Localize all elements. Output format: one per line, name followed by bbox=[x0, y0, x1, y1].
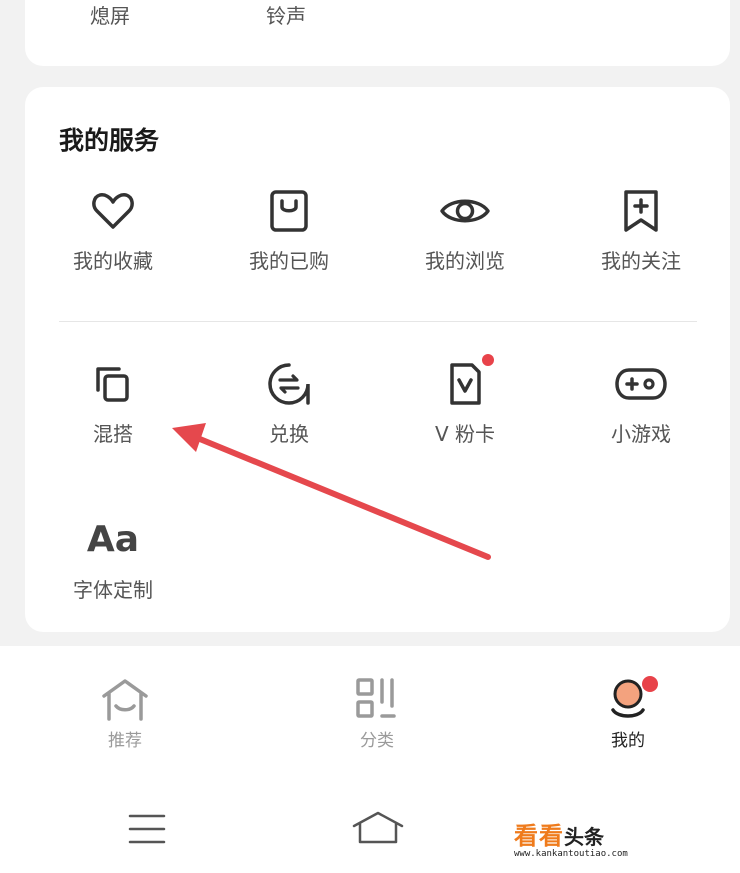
menu-icon[interactable] bbox=[127, 812, 167, 846]
screen-off-item[interactable]: 熄屏 bbox=[90, 0, 130, 29]
watermark-text-2: 头条 bbox=[564, 825, 604, 849]
favorites-button[interactable]: 我的收藏 bbox=[25, 187, 201, 274]
v-card-button[interactable]: V 粉卡 bbox=[377, 354, 553, 447]
mini-games-label: 小游戏 bbox=[611, 422, 671, 446]
shopping-bag-icon bbox=[270, 190, 308, 232]
watermark-url: www.kankantoutiao.com bbox=[514, 849, 628, 859]
tab-mine-label: 我的 bbox=[611, 731, 645, 751]
tab-category-label: 分类 bbox=[360, 731, 394, 751]
font-custom-button[interactable]: Aa 字体定制 bbox=[25, 520, 201, 603]
tab-recommend[interactable]: 推荐 bbox=[65, 676, 185, 751]
following-button[interactable]: 我的关注 bbox=[553, 187, 729, 274]
purchased-label: 我的已购 bbox=[249, 249, 329, 273]
v-card-icon bbox=[450, 363, 481, 405]
home-icon bbox=[102, 679, 148, 721]
font-aa-icon: Aa bbox=[86, 519, 140, 560]
history-button[interactable]: 我的浏览 bbox=[377, 187, 553, 274]
notification-dot bbox=[482, 354, 494, 366]
mini-games-button[interactable]: 小游戏 bbox=[553, 360, 729, 447]
mix-label: 混搭 bbox=[93, 422, 133, 446]
exchange-icon bbox=[268, 363, 310, 405]
grid-icon bbox=[356, 678, 396, 718]
ringtone-item[interactable]: 铃声 bbox=[266, 0, 306, 29]
history-label: 我的浏览 bbox=[425, 249, 505, 273]
heart-icon bbox=[92, 193, 134, 229]
v-card-label: V 粉卡 bbox=[434, 422, 496, 446]
bottom-tab-bar: 推荐 分类 我的 bbox=[0, 646, 740, 768]
redeem-button[interactable]: 兑换 bbox=[201, 360, 377, 447]
system-nav-bar: 看看头条 www.kankantoutiao.com bbox=[0, 768, 740, 873]
favorites-label: 我的收藏 bbox=[73, 249, 153, 273]
notification-dot bbox=[642, 676, 658, 692]
purchased-button[interactable]: 我的已购 bbox=[201, 187, 377, 274]
eye-icon bbox=[440, 199, 490, 223]
gamepad-icon bbox=[615, 368, 667, 400]
top-card: 熄屏 铃声 bbox=[25, 0, 730, 66]
bookmark-plus-icon bbox=[624, 190, 658, 232]
home-nav-icon[interactable] bbox=[351, 810, 405, 846]
mix-button[interactable]: 混搭 bbox=[25, 360, 201, 447]
watermark-text-1: 看看 bbox=[514, 822, 564, 850]
tab-mine[interactable]: 我的 bbox=[568, 676, 688, 751]
redeem-label: 兑换 bbox=[269, 422, 309, 446]
tab-recommend-label: 推荐 bbox=[108, 731, 142, 751]
copy-icon bbox=[96, 367, 129, 402]
divider bbox=[59, 321, 697, 322]
section-title: 我的服务 bbox=[59, 126, 160, 155]
my-services-card: 我的服务 我的收藏 我的已购 我的浏览 我的关注 混搭 兑换 V 粉卡 小游戏 … bbox=[25, 87, 730, 632]
font-custom-label: 字体定制 bbox=[73, 578, 153, 602]
following-label: 我的关注 bbox=[601, 249, 681, 273]
watermark: 看看头条 www.kankantoutiao.com bbox=[514, 816, 628, 859]
tab-category[interactable]: 分类 bbox=[317, 676, 437, 751]
